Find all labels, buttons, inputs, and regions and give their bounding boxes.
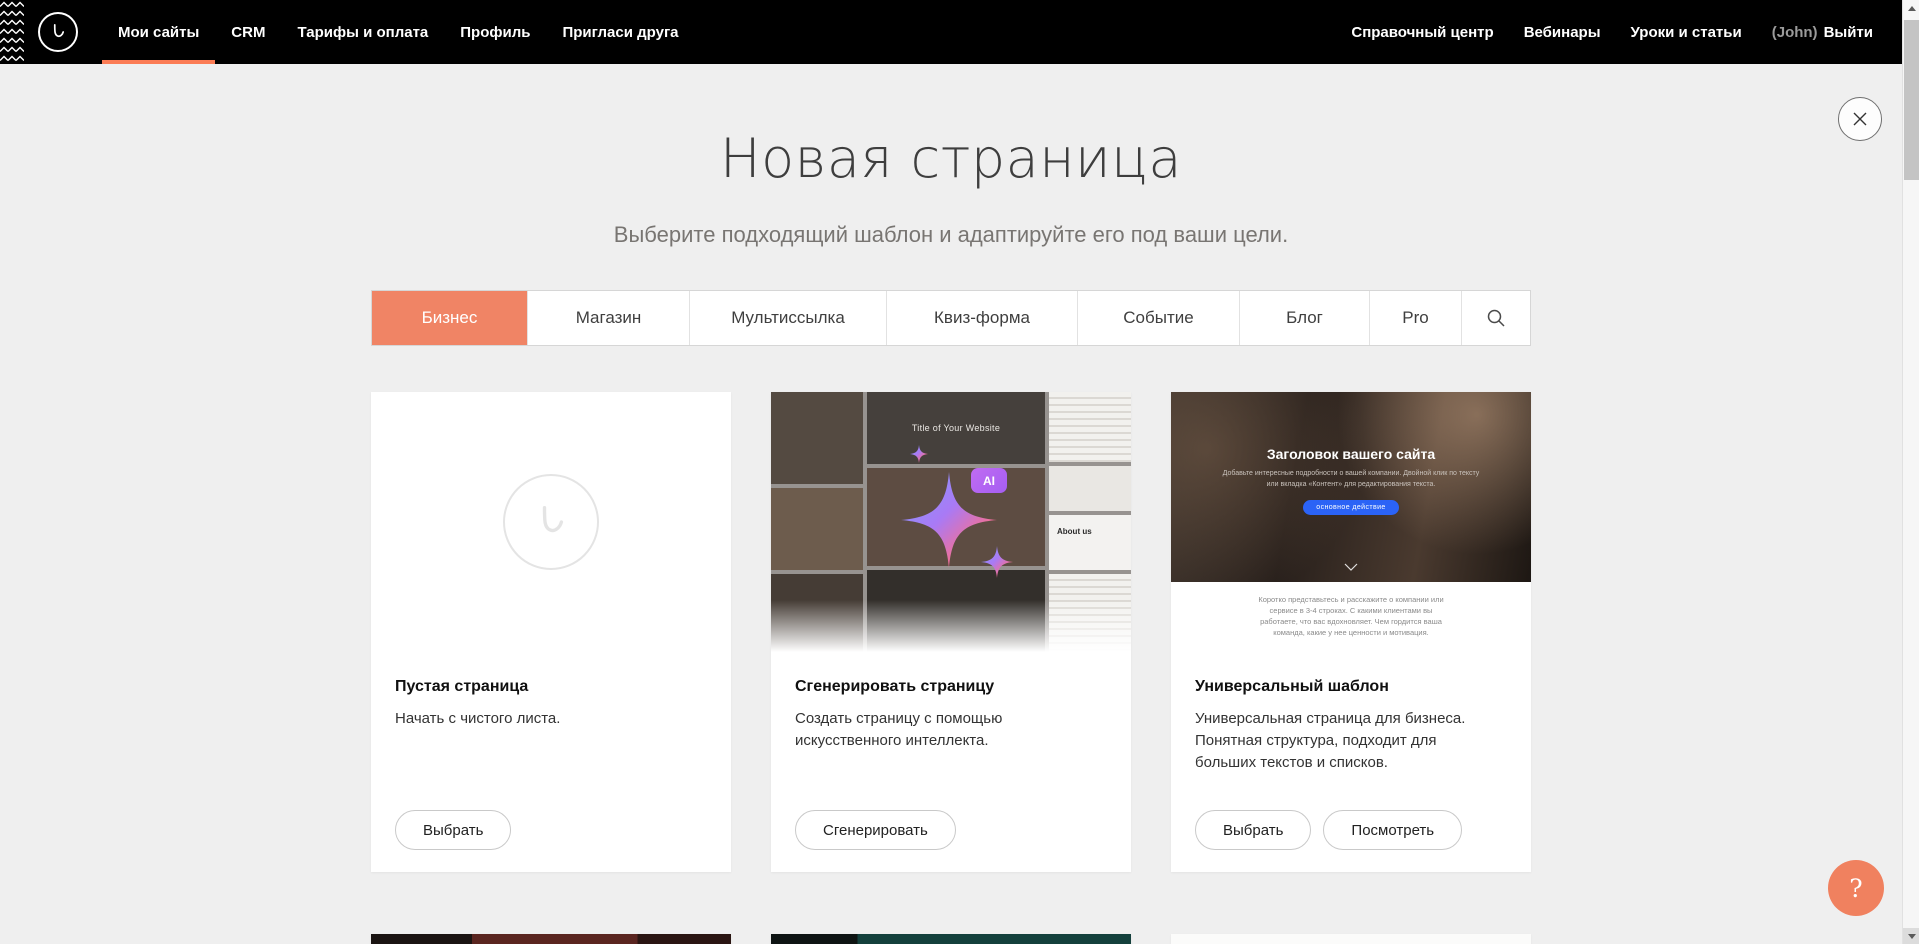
blank-template-preview[interactable] bbox=[371, 392, 731, 652]
nav-help-center[interactable]: Справочный центр bbox=[1336, 0, 1508, 64]
nav-tariffs[interactable]: Тарифы и оплата bbox=[281, 0, 444, 64]
generate-button[interactable]: Сгенерировать bbox=[795, 810, 956, 850]
logout-link[interactable]: Выйти bbox=[1824, 24, 1873, 41]
template-hero-subtext: Добавьте интересные подробности о вашей … bbox=[1218, 469, 1484, 490]
close-button[interactable] bbox=[1838, 97, 1882, 141]
secondary-nav: Справочный центр Вебинары Уроки и статьи… bbox=[1336, 0, 1888, 64]
card-description: Начать с чистого листа. bbox=[395, 708, 695, 730]
card-actions: Выбрать Посмотреть bbox=[1195, 810, 1462, 850]
tab-blog[interactable]: Блог bbox=[1239, 291, 1369, 345]
template-grid: Пустая страница Начать с чистого листа. … bbox=[371, 392, 1531, 872]
template-body-text: Коротко представьтесь и расскажите о ком… bbox=[1251, 595, 1451, 639]
tilda-logo[interactable] bbox=[38, 12, 78, 52]
template-hero-heading: Заголовок вашего сайта bbox=[1171, 392, 1531, 462]
card-actions: Сгенерировать bbox=[795, 810, 956, 850]
tab-multilink[interactable]: Мультиссылка bbox=[689, 291, 886, 345]
scroll-up-button[interactable] bbox=[1903, 0, 1919, 16]
card-title: Пустая страница bbox=[395, 678, 707, 696]
template-body-section: Коротко представьтесь и расскажите о ком… bbox=[1171, 582, 1531, 652]
card-body: Универсальный шаблон Универсальная стран… bbox=[1171, 652, 1531, 773]
card-description: Создать страницу с помощью искусственног… bbox=[795, 708, 1095, 752]
page-scrollbar[interactable] bbox=[1902, 0, 1919, 944]
card-title: Сгенерировать страницу bbox=[795, 678, 1107, 696]
preview-universal-button[interactable]: Посмотреть bbox=[1323, 810, 1462, 850]
template-card-partial[interactable] bbox=[371, 934, 731, 944]
tab-event[interactable]: Событие bbox=[1077, 291, 1239, 345]
page-subtitle: Выберите подходящий шаблон и адаптируйте… bbox=[0, 220, 1902, 250]
collage-site-title: Title of Your Website bbox=[912, 423, 1000, 433]
tilda-watermark-icon bbox=[503, 474, 599, 570]
select-universal-button[interactable]: Выбрать bbox=[1195, 810, 1311, 850]
nav-webinars[interactable]: Вебинары bbox=[1509, 0, 1616, 64]
main-nav: Мои сайты CRM Тарифы и оплата Профиль Пр… bbox=[102, 0, 695, 64]
ai-template-preview[interactable]: Title of Your Website About us bbox=[771, 392, 1131, 652]
card-body: Сгенерировать страницу Создать страницу … bbox=[771, 652, 1131, 752]
close-icon bbox=[1852, 111, 1868, 127]
template-hero: Заголовок вашего сайта Добавьте интересн… bbox=[1171, 392, 1531, 582]
template-card-ai: Title of Your Website About us bbox=[771, 392, 1131, 872]
tab-store[interactable]: Магазин bbox=[527, 291, 689, 345]
card-description: Универсальная страница для бизнеса. Поня… bbox=[1195, 708, 1495, 773]
chevron-down-icon bbox=[1344, 558, 1358, 576]
nav-crm[interactable]: CRM bbox=[215, 0, 281, 64]
scroll-down-button[interactable] bbox=[1903, 928, 1919, 944]
template-cta-button: основное действие bbox=[1303, 500, 1398, 515]
page-title: Новая страница bbox=[0, 128, 1902, 190]
ai-badge: AI bbox=[971, 468, 1007, 493]
nav-lessons[interactable]: Уроки и статьи bbox=[1616, 0, 1757, 64]
template-category-tabs: Бизнес Магазин Мультиссылка Квиз-форма С… bbox=[371, 290, 1531, 346]
top-bar: Мои сайты CRM Тарифы и оплата Профиль Пр… bbox=[0, 0, 1902, 64]
zigzag-pattern bbox=[0, 0, 24, 64]
user-logout[interactable]: (John) Выйти bbox=[1757, 0, 1888, 64]
template-card-partial[interactable] bbox=[1171, 934, 1531, 944]
tab-quiz-form[interactable]: Квиз-форма bbox=[886, 291, 1077, 345]
scrollbar-thumb[interactable] bbox=[1904, 20, 1919, 180]
card-title: Универсальный шаблон bbox=[1195, 678, 1507, 696]
user-name: (John) bbox=[1772, 24, 1818, 41]
template-card-blank: Пустая страница Начать с чистого листа. … bbox=[371, 392, 731, 872]
tab-pro[interactable]: Pro bbox=[1369, 291, 1461, 345]
card-body: Пустая страница Начать с чистого листа. bbox=[371, 652, 731, 730]
arrow-down-icon bbox=[1908, 934, 1916, 939]
search-icon bbox=[1486, 308, 1506, 328]
help-button[interactable]: ? bbox=[1828, 860, 1884, 916]
tab-search[interactable] bbox=[1461, 291, 1530, 345]
template-card-partial[interactable] bbox=[771, 934, 1131, 944]
template-card-universal: Заголовок вашего сайта Добавьте интересн… bbox=[1171, 392, 1531, 872]
universal-template-preview[interactable]: Заголовок вашего сайта Добавьте интересн… bbox=[1171, 392, 1531, 652]
nav-my-sites[interactable]: Мои сайты bbox=[102, 0, 215, 64]
new-page-dialog: Новая страница Выберите подходящий шабло… bbox=[0, 64, 1902, 944]
select-blank-button[interactable]: Выбрать bbox=[395, 810, 511, 850]
nav-profile[interactable]: Профиль bbox=[444, 0, 546, 64]
arrow-up-icon bbox=[1908, 6, 1916, 11]
fade-overlay bbox=[771, 600, 1131, 652]
tab-business[interactable]: Бизнес bbox=[372, 291, 527, 345]
template-grid-row2 bbox=[371, 934, 1531, 944]
collage-about-label: About us bbox=[1057, 527, 1092, 536]
nav-invite-friend[interactable]: Пригласи друга bbox=[546, 0, 694, 64]
card-actions: Выбрать bbox=[395, 810, 511, 850]
